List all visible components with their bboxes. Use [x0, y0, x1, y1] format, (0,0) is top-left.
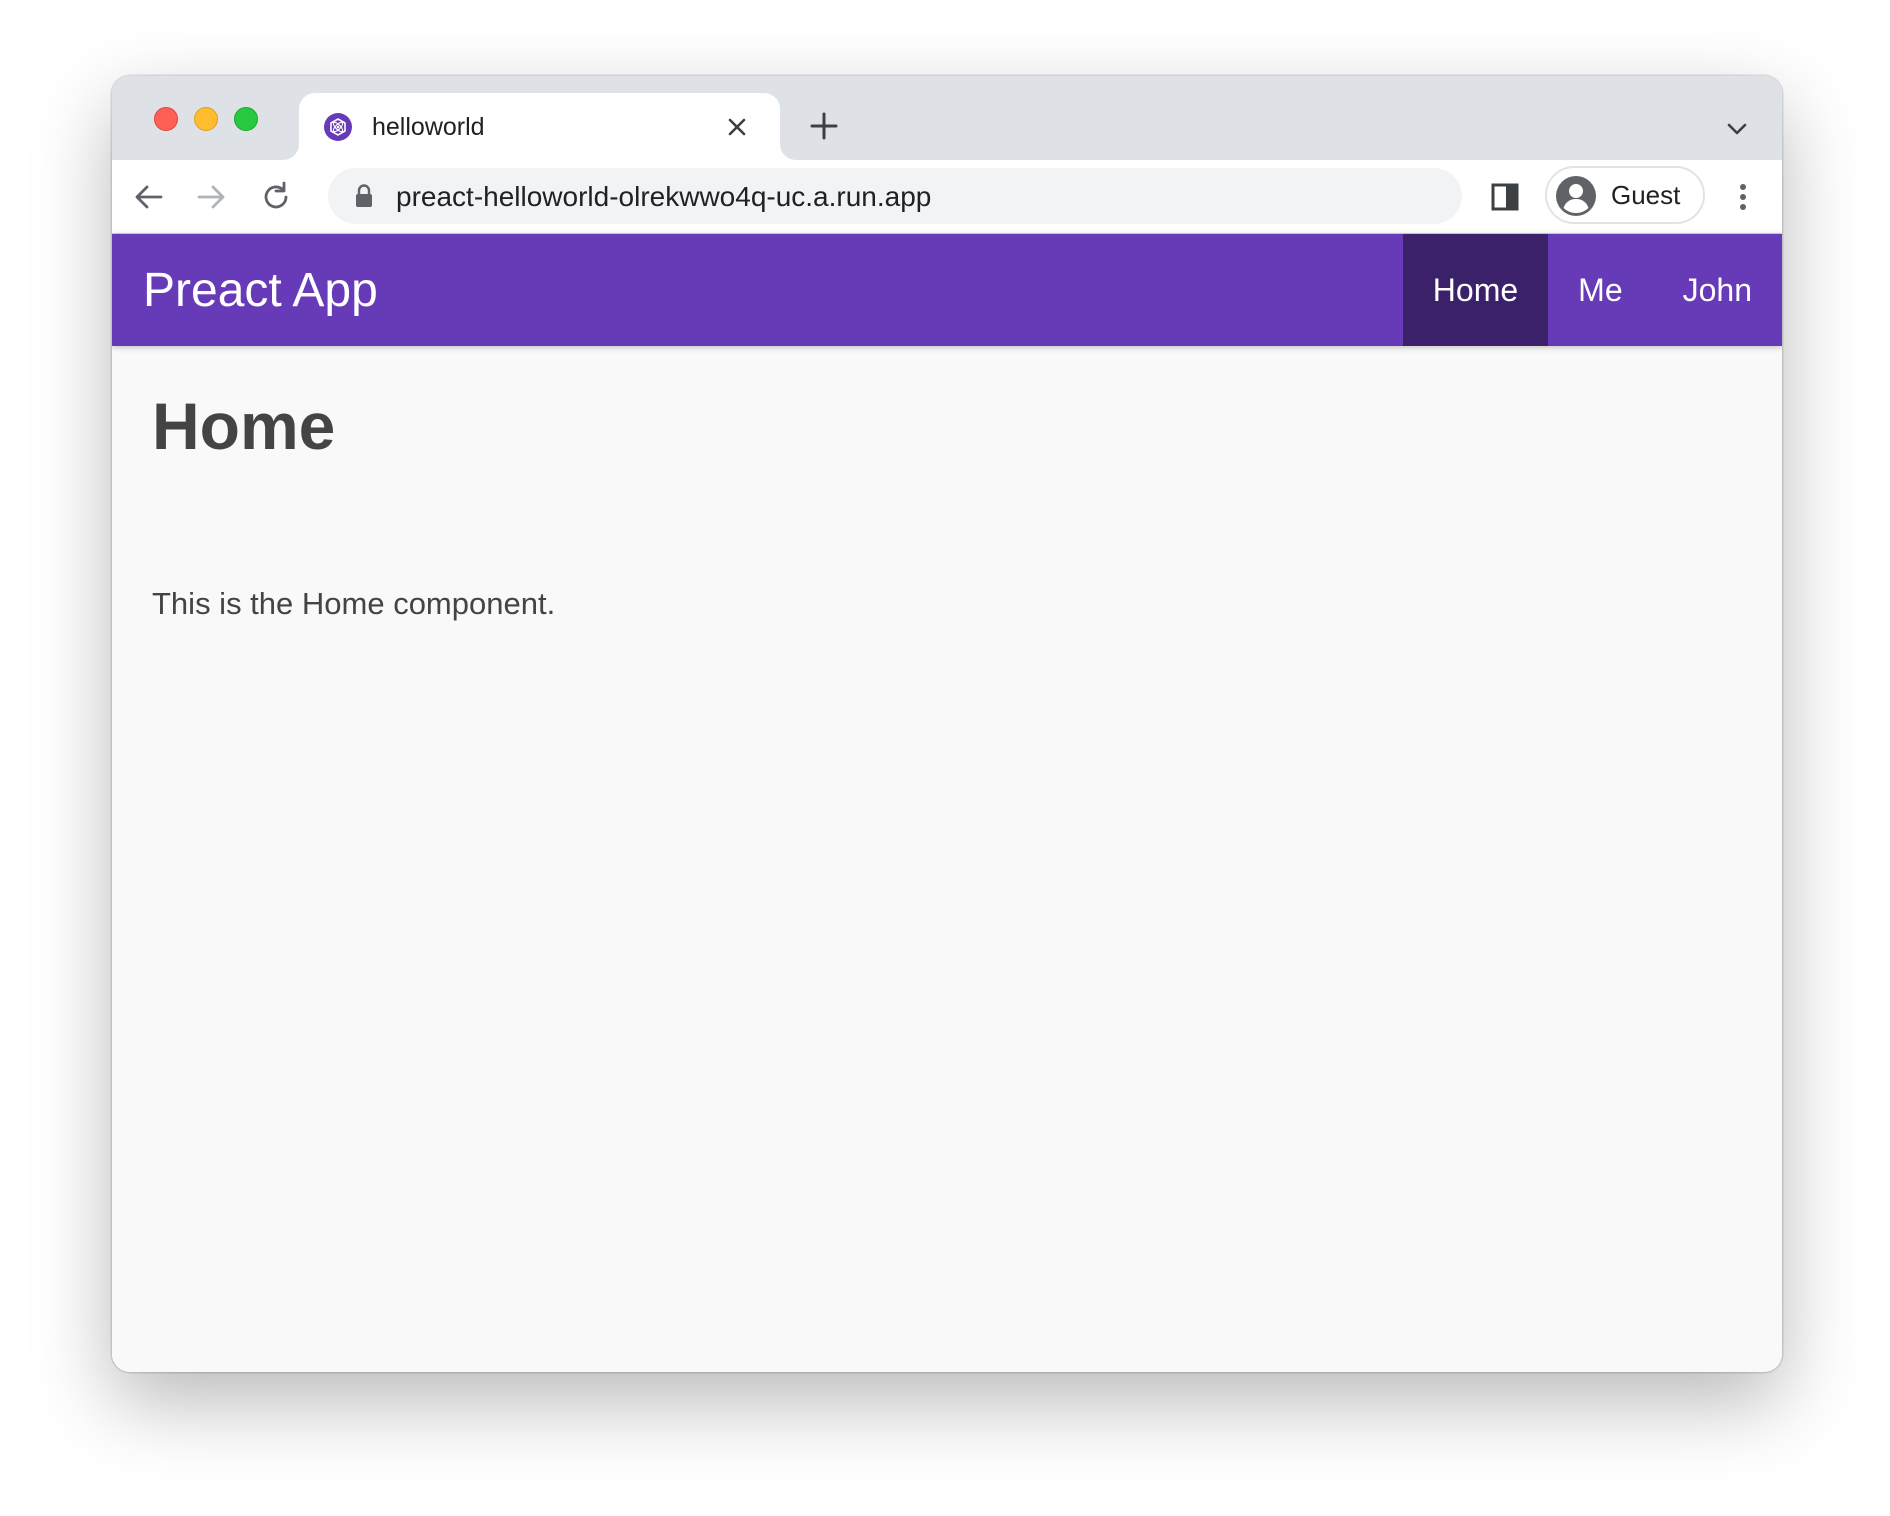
avatar-icon	[1555, 175, 1597, 217]
nav-link-john[interactable]: John	[1653, 234, 1782, 346]
tab-title: helloworld	[372, 113, 485, 141]
window-maximize-button[interactable]	[234, 107, 258, 131]
profile-button[interactable]: Guest	[1545, 166, 1705, 224]
back-arrow-icon[interactable]	[132, 180, 166, 214]
app-nav: Home Me John	[1402, 234, 1782, 346]
app-title: Preact App	[143, 264, 378, 317]
more-vertical-icon[interactable]	[1726, 180, 1760, 214]
lock-icon[interactable]	[352, 183, 376, 209]
chevron-down-icon[interactable]	[1724, 116, 1750, 142]
page-text: This is the Home component.	[152, 586, 556, 621]
browser-window: helloworld preact-helloworld-olrekwwo4q-…	[112, 76, 1782, 1372]
page-heading: Home	[152, 389, 336, 463]
nav-link-me[interactable]: Me	[1548, 234, 1652, 346]
app-header: Preact App Home Me John	[112, 234, 1782, 346]
url-text[interactable]: preact-helloworld-olrekwwo4q-uc.a.run.ap…	[396, 181, 931, 213]
window-close-button[interactable]	[154, 107, 178, 131]
page-viewport: Preact App Home Me John Home This is the…	[112, 234, 1782, 1372]
reload-icon[interactable]	[259, 180, 293, 214]
close-tab-icon[interactable]	[723, 113, 751, 141]
window-minimize-button[interactable]	[194, 107, 218, 131]
forward-arrow-icon[interactable]	[194, 180, 228, 214]
browser-toolbar: preact-helloworld-olrekwwo4q-uc.a.run.ap…	[112, 160, 1782, 234]
new-tab-plus-icon[interactable]	[808, 110, 840, 142]
profile-name: Guest	[1611, 180, 1681, 210]
side-panel-icon[interactable]	[1488, 180, 1522, 214]
tab-strip: helloworld	[112, 76, 1782, 160]
preact-logo-icon	[323, 112, 353, 142]
tab-helloworld[interactable]: helloworld	[299, 93, 780, 160]
address-bar[interactable]: preact-helloworld-olrekwwo4q-uc.a.run.ap…	[328, 168, 1462, 224]
nav-link-home[interactable]: Home	[1402, 234, 1549, 346]
